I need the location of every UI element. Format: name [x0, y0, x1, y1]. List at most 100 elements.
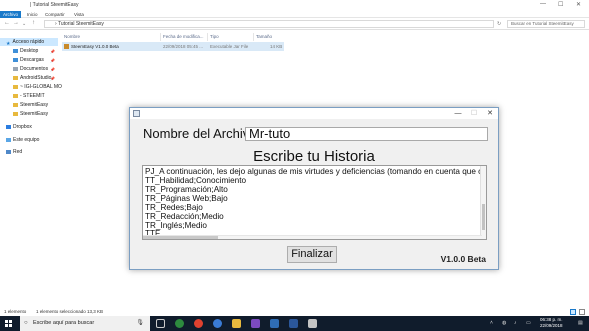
microphone-icon[interactable]: 🎙: [136, 316, 144, 331]
sidebar-item-steemiteasy-2[interactable]: SteemitEasy: [13, 110, 48, 118]
details-view-icon[interactable]: [570, 309, 576, 315]
column-header-size[interactable]: Tamaño: [256, 33, 272, 41]
document-icon: [13, 66, 18, 71]
minimize-icon[interactable]: —: [540, 1, 546, 7]
taskbar-search-input[interactable]: ○ Escribe aquí para buscar 🎙: [20, 316, 150, 331]
app-icon[interactable]: [270, 319, 279, 328]
sidebar-item-descargas[interactable]: Descargas: [13, 56, 44, 64]
sidebar-item-dropbox[interactable]: Dropbox: [6, 123, 32, 131]
selection-info: 1 elemento seleccionado 13,3 KB: [36, 309, 104, 314]
forward-arrow-icon[interactable]: →: [13, 20, 19, 26]
ribbon-tab-inicio[interactable]: Inicio: [24, 11, 41, 18]
desktop-icon: [13, 48, 18, 53]
sidebar-item-this-pc[interactable]: Este equipo: [6, 136, 39, 144]
file-date: 22/09/2018 05:45 ...: [163, 44, 204, 49]
address-path[interactable]: › Tutorial SteemitEasy: [44, 20, 494, 28]
jar-file-icon: [64, 44, 69, 49]
pin-icon: 📌: [50, 76, 55, 81]
java-window-icon: [133, 110, 140, 117]
pin-icon: 📌: [50, 58, 55, 63]
maximize-icon: ☐: [470, 110, 478, 117]
story-line: TR_Programación;Alto: [145, 185, 228, 194]
search-input[interactable]: Buscar en Tutorial SteemitEasy: [507, 20, 585, 28]
sidebar-item-documentos[interactable]: Documentos: [13, 65, 48, 73]
folder-icon: [13, 75, 18, 80]
clock-date: 22/09/2018: [540, 323, 563, 328]
network-icon: [6, 149, 11, 154]
version-label: V1.0.0 Beta: [440, 254, 486, 264]
sidebar-item-desktop[interactable]: Desktop: [13, 47, 38, 55]
pin-icon: 📌: [50, 67, 55, 72]
chrome-icon[interactable]: [194, 319, 203, 328]
folder-icon: [13, 93, 18, 98]
close-icon[interactable]: ✕: [482, 108, 498, 119]
sidebar-item-igi-global[interactable]: ~ IGI-GLOBAL MO: [13, 83, 62, 91]
app-icon[interactable]: [251, 319, 260, 328]
column-header-date[interactable]: Fecha de modifica...: [163, 33, 204, 41]
story-heading: Escribe tu Historia: [253, 148, 375, 165]
ribbon-tab-compartir[interactable]: Compartir: [42, 11, 68, 18]
windows-start-icon[interactable]: [5, 320, 12, 327]
task-view-icon[interactable]: [156, 319, 165, 328]
story-line: PJ_A continuación, les dejo algunas de m…: [145, 167, 487, 176]
close-icon[interactable]: ✕: [576, 1, 581, 8]
chevron-up-icon[interactable]: ˄: [490, 320, 493, 326]
minimize-icon[interactable]: —: [450, 108, 466, 119]
maximize-icon[interactable]: ☐: [558, 1, 563, 8]
column-separator: [207, 33, 208, 41]
story-line: TR_Páginas Web;Bajo: [145, 194, 228, 203]
file-name: SteemEasy V1.0.0 Beta: [71, 44, 119, 49]
chevron-down-icon[interactable]: ⌄: [22, 21, 26, 27]
dropbox-icon: [6, 124, 11, 129]
pin-icon: 📌: [50, 49, 55, 54]
sidebar-item-androidstudio[interactable]: AndroidStudio: [13, 74, 51, 82]
sidebar-item-quick-access[interactable]: ★ Acceso rápido: [0, 38, 58, 47]
clock[interactable]: 06:38 p. m. 22/09/2018: [540, 317, 563, 329]
ribbon: Archivo Inicio Compartir Vista: [0, 10, 589, 18]
file-name-label: Nombre del Archivo:: [143, 126, 261, 141]
sidebar-item-steemit[interactable]: - STEEMIT: [13, 92, 45, 100]
volume-icon[interactable]: ♪: [514, 320, 517, 326]
up-arrow-icon[interactable]: ↑: [32, 20, 35, 26]
status-bar: 1 elemento 1 elemento seleccionado 13,3 …: [0, 308, 589, 316]
scrollbar-thumb[interactable]: [143, 236, 218, 239]
star-icon: ★: [6, 40, 11, 47]
file-row[interactable]: SteemEasy V1.0.0 Beta 22/09/2018 05:45 .…: [62, 42, 284, 51]
app-icon[interactable]: [175, 319, 184, 328]
taskbar: ○ Escribe aquí para buscar 🎙 ˄ ◍ ♪ ▭ 06:…: [0, 316, 589, 331]
story-line: TR_Redacción;Medio: [145, 212, 224, 221]
horizontal-scrollbar[interactable]: [143, 235, 482, 239]
sidebar-item-steemiteasy[interactable]: SteemitEasy: [13, 101, 48, 109]
keyboard-icon[interactable]: ▭: [526, 320, 531, 326]
word-icon[interactable]: [289, 319, 298, 328]
file-type: Executable Jar File: [210, 44, 249, 49]
notifications-icon[interactable]: ▤: [578, 320, 583, 326]
browser-icon[interactable]: [213, 319, 222, 328]
explorer-title: | Tutorial SteemitEasy: [30, 2, 79, 8]
column-separator: [253, 33, 254, 41]
refresh-icon[interactable]: ↻: [497, 21, 501, 27]
column-header-type[interactable]: Tipo: [210, 33, 219, 41]
folder-icon: [13, 102, 18, 107]
finish-button[interactable]: Finalizar: [287, 246, 337, 263]
network-icon[interactable]: ◍: [502, 320, 506, 326]
ribbon-tab-vista[interactable]: Vista: [71, 11, 87, 18]
address-bar: ← → ⌄ ↑ › Tutorial SteemitEasy ↻ Buscar …: [0, 18, 589, 30]
nav-pane: ★ Acceso rápido Desktop 📌 Descargas 📌 Doc…: [0, 34, 62, 304]
column-header-name[interactable]: Nombre: [64, 33, 80, 41]
back-arrow-icon[interactable]: ←: [4, 20, 10, 26]
scrollbar-thumb[interactable]: [482, 204, 485, 230]
file-explorer-icon[interactable]: [232, 319, 241, 328]
folder-icon: [13, 111, 18, 116]
vertical-scrollbar[interactable]: [480, 166, 486, 239]
ribbon-tab-archivo[interactable]: Archivo: [0, 11, 22, 18]
computer-icon: [6, 137, 11, 142]
item-count: 1 elemento: [4, 309, 27, 314]
java-app-icon[interactable]: [308, 319, 317, 328]
story-textarea[interactable]: PJ_A continuación, les dejo algunas de m…: [142, 165, 487, 240]
taskbar-search-placeholder: Escribe aquí para buscar: [33, 320, 95, 326]
sidebar-item-network[interactable]: Red: [6, 148, 22, 156]
download-icon: [13, 57, 18, 62]
large-icons-view-icon[interactable]: [579, 309, 585, 315]
file-name-input[interactable]: Mr-tuto: [245, 127, 488, 141]
